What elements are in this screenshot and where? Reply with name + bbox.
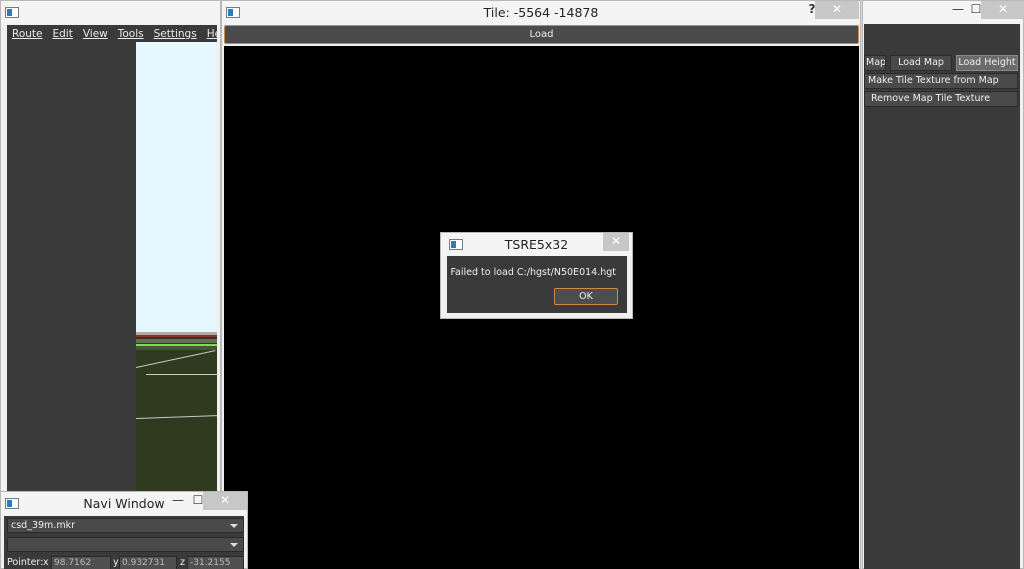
menu-settings[interactable]: Settings — [149, 28, 202, 40]
main-window-titlebar[interactable] — [1, 1, 220, 24]
close-button[interactable]: ✕ — [203, 492, 247, 510]
pointer-x-field[interactable]: 98.7162 — [51, 556, 111, 569]
tile-window-title: Tile: -5564 -14878 — [483, 5, 599, 20]
load-button[interactable]: Load — [224, 25, 859, 44]
pointer-label: Pointer: — [7, 557, 44, 568]
ok-button[interactable]: OK — [554, 288, 618, 305]
pointer-z-field[interactable]: -31.2155 — [187, 556, 244, 569]
tile-window-titlebar[interactable]: Tile: -5564 -14878 ? ✕ — [222, 1, 860, 24]
map-button-partial[interactable]: Map — [864, 55, 886, 71]
marker-file-select[interactable]: csd_39m.mkr — [7, 518, 244, 533]
menu-edit[interactable]: Edit — [47, 28, 77, 40]
app-icon — [226, 7, 240, 18]
horizon-band — [136, 339, 217, 343]
tools-window: — ☐ ✕ Map Load Map Load Height Make Tile… — [862, 0, 1024, 569]
viewport-ground[interactable] — [136, 332, 217, 492]
chevron-down-icon — [230, 543, 238, 547]
y-label: y — [113, 557, 119, 568]
property-panel — [7, 42, 136, 492]
menu-bar: Route Edit View Tools Settings Help — [7, 25, 231, 42]
dialog-message: Failed to load C:/hgst/N50E014.hgt — [450, 267, 616, 278]
remove-map-tile-texture-button[interactable]: Remove Map Tile Texture — [864, 91, 1018, 107]
navi-window: Navi Window — ☐ ✕ csd_39m.mkr Pointer: x… — [0, 491, 248, 569]
dialog-close-button[interactable]: ✕ — [603, 233, 629, 251]
tools-window-titlebar[interactable]: — ☐ ✕ — [863, 1, 1024, 24]
z-label: z — [180, 557, 185, 568]
make-tile-texture-button[interactable]: Make Tile Texture from Map — [864, 73, 1018, 89]
main-window: Route Edit View Tools Settings Help — [0, 0, 231, 569]
load-height-button[interactable]: Load Height — [956, 55, 1018, 71]
load-map-button[interactable]: Load Map — [890, 55, 952, 71]
menu-route[interactable]: Route — [7, 28, 47, 40]
dialog-titlebar[interactable]: TSRE5x32 ✕ — [441, 233, 632, 256]
chevron-down-icon — [230, 524, 238, 528]
ground-line — [136, 350, 216, 368]
ground-line — [146, 374, 217, 375]
menu-tools[interactable]: Tools — [113, 28, 149, 40]
secondary-select[interactable] — [7, 537, 244, 552]
navi-panel: csd_39m.mkr Pointer: x 98.7162 y 0.93273… — [4, 516, 244, 569]
dialog-body: Failed to load C:/hgst/N50E014.hgt OK — [447, 256, 627, 313]
ground-band — [136, 346, 217, 350]
tools-panel: Map Load Map Load Height Make Tile Textu… — [864, 24, 1020, 569]
error-dialog: TSRE5x32 ✕ Failed to load C:/hgst/N50E01… — [440, 232, 633, 319]
viewport-sky[interactable] — [136, 42, 217, 332]
marker-file-value: csd_39m.mkr — [11, 520, 75, 531]
menu-view[interactable]: View — [78, 28, 113, 40]
close-button[interactable]: ✕ — [815, 1, 859, 19]
x-label: x — [43, 557, 49, 568]
app-icon — [5, 7, 19, 18]
ground-line — [136, 415, 217, 419]
close-button[interactable]: ✕ — [981, 1, 1024, 19]
horizon-track — [136, 335, 217, 337]
pointer-y-field[interactable]: 0.932731 — [119, 556, 177, 569]
app-icon — [5, 498, 19, 509]
navi-window-titlebar[interactable]: Navi Window — ☐ ✕ — [1, 492, 247, 515]
app-icon — [449, 239, 463, 250]
